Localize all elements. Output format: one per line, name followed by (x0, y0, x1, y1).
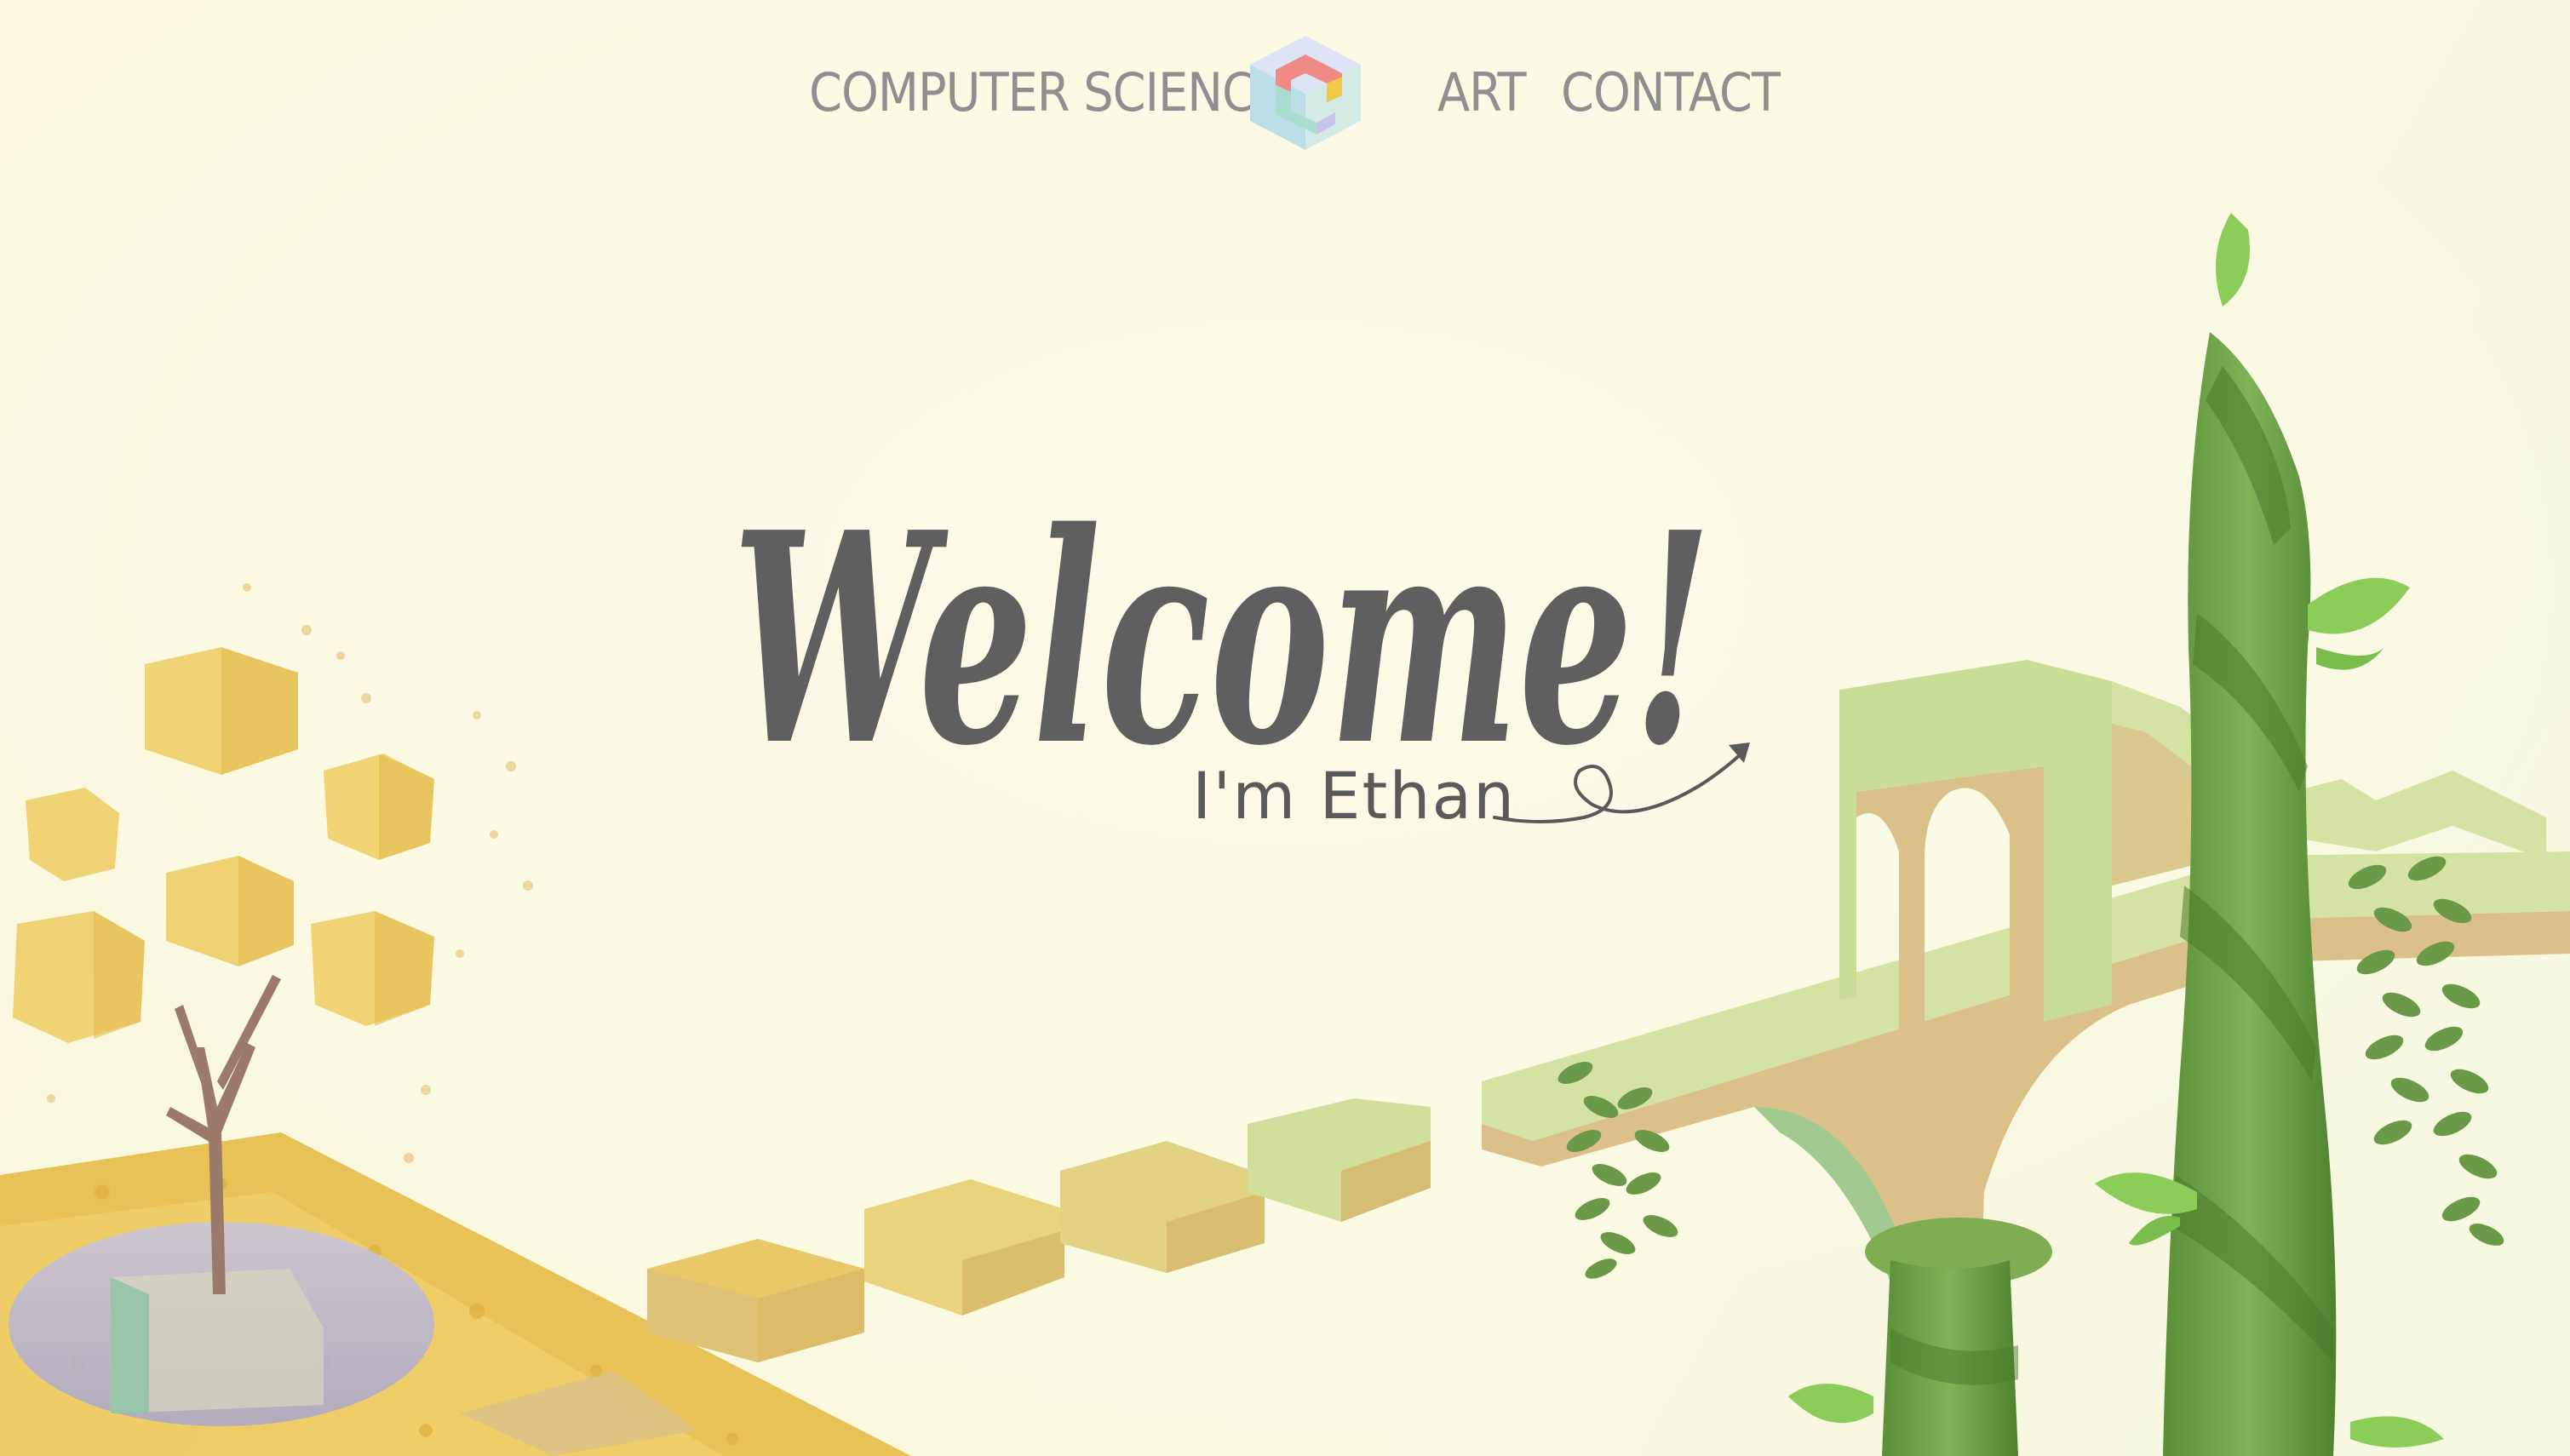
cube-logo-icon[interactable] (1242, 29, 1369, 157)
hero-subtitle: I'm Ethan (1192, 758, 1517, 834)
nav-link-computer-science[interactable]: COMPUTER SCIENCE (809, 61, 1284, 123)
swirl-arrow-icon (1493, 742, 1750, 823)
top-navigation: COMPUTER SCIENCE ART CONTACT (0, 0, 2570, 196)
nav-link-art[interactable]: ART (1437, 61, 1526, 123)
nav-link-contact[interactable]: CONTACT (1561, 61, 1781, 123)
